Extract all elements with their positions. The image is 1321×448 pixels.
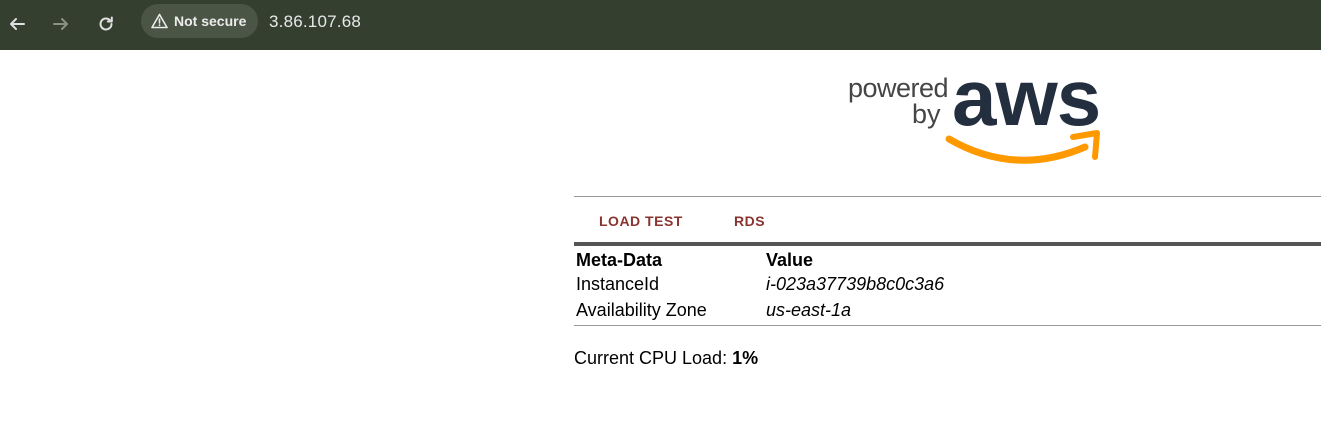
forward-button[interactable] xyxy=(46,9,76,39)
arrow-left-icon xyxy=(8,15,26,33)
site-info-button[interactable]: Not secure xyxy=(141,4,258,38)
address-bar[interactable]: 3.86.107.68 xyxy=(269,12,361,32)
cpu-load-label: Current CPU Load: xyxy=(574,348,728,368)
row-instance-id-key: InstanceId xyxy=(576,274,660,294)
table-bottom-border xyxy=(574,325,1321,326)
browser-toolbar: Not secure 3.86.107.68 xyxy=(0,0,1321,50)
warning-triangle-icon xyxy=(151,13,168,29)
reload-button[interactable] xyxy=(91,9,121,39)
tab-rds[interactable]: RDS xyxy=(734,213,765,229)
cpu-load: Current CPU Load: 1% xyxy=(574,348,758,369)
powered-by-aws-logo: powered by aws xyxy=(845,53,1105,170)
row-instance-id-value: i-023a37739b8c0c3a6 xyxy=(766,274,945,294)
logo-by-text: by xyxy=(912,99,941,129)
reload-icon xyxy=(97,15,115,33)
aws-smile-icon xyxy=(945,130,1100,164)
cpu-load-value: 1% xyxy=(732,348,759,368)
divider-top xyxy=(574,196,1321,197)
tab-load-test[interactable]: LOAD TEST xyxy=(599,213,683,229)
security-label: Not secure xyxy=(174,13,247,29)
back-button[interactable] xyxy=(2,9,32,39)
table-header-meta-data: Meta-Data xyxy=(576,250,663,270)
table-top-border xyxy=(574,242,1321,246)
row-availability-zone-value: us-east-1a xyxy=(766,300,852,320)
table-header-value: Value xyxy=(766,250,814,270)
arrow-right-icon xyxy=(52,15,70,33)
row-availability-zone-key: Availability Zone xyxy=(576,300,707,320)
